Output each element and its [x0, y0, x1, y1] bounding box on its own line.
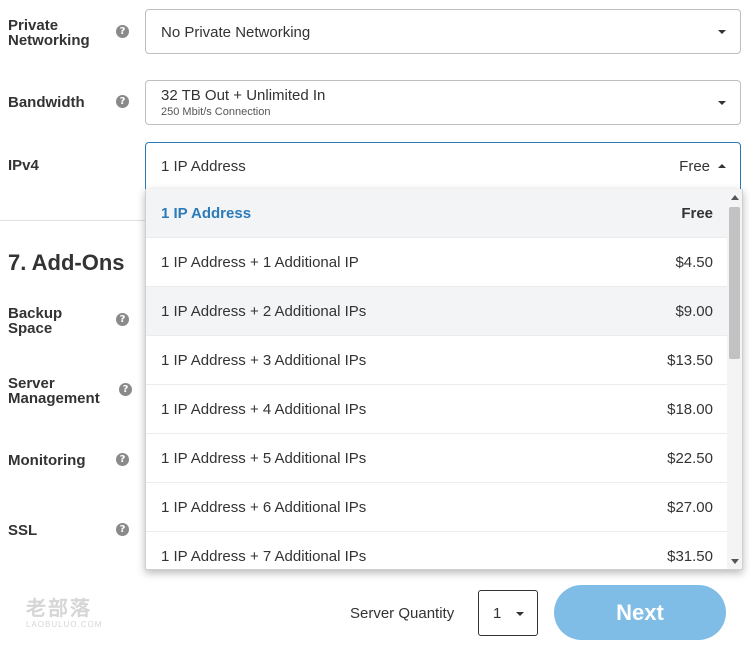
chevron-up-icon [718, 164, 726, 168]
ipv4-option[interactable]: 1 IP Address + 1 Additional IP $4.50 [146, 238, 728, 287]
chevron-down-icon [516, 612, 524, 616]
next-button[interactable]: Next [554, 585, 726, 640]
bandwidth-label: Bandwidth [8, 94, 85, 111]
ipv4-option[interactable]: 1 IP Address + 6 Additional IPs $27.00 [146, 483, 728, 532]
server-management-help-icon[interactable]: ? [119, 383, 132, 396]
watermark-logo: 老部落 LAOBULUO.COM [26, 598, 103, 629]
private-networking-label: Private Networking [8, 17, 90, 49]
ipv4-label: IPv4 [8, 157, 39, 174]
ipv4-select[interactable]: 1 IP Address Free [145, 142, 741, 190]
scroll-down-icon[interactable] [731, 559, 739, 564]
ipv4-option[interactable]: 1 IP Address Free [146, 189, 728, 238]
server-quantity-value: 1 [493, 605, 502, 622]
section-divider [0, 220, 145, 221]
ipv4-option[interactable]: 1 IP Address + 4 Additional IPs $18.00 [146, 385, 728, 434]
backup-space-help-icon[interactable]: ? [116, 313, 129, 326]
private-networking-help-icon[interactable]: ? [116, 25, 129, 38]
bandwidth-select[interactable]: 32 TB Out + Unlimited In 250 Mbit/s Conn… [145, 80, 741, 125]
ssl-label: SSL [8, 522, 38, 539]
ipv4-option[interactable]: 1 IP Address + 7 Additional IPs $31.50 [146, 532, 728, 569]
bandwidth-subvalue: 250 Mbit/s Connection [161, 106, 271, 118]
private-networking-value: No Private Networking [161, 24, 311, 41]
scrollbar-thumb[interactable] [729, 207, 740, 359]
ssl-help-icon[interactable]: ? [116, 523, 129, 536]
dropdown-scrollbar[interactable] [727, 189, 742, 569]
addons-title: 7. Add-Ons [8, 250, 125, 275]
server-quantity-select[interactable]: 1 [478, 590, 538, 636]
chevron-down-icon [718, 30, 726, 34]
backup-space-label: Backup Space [8, 305, 63, 337]
ipv4-option[interactable]: 1 IP Address + 2 Additional IPs $9.00 [146, 287, 728, 336]
ipv4-value: 1 IP Address [161, 158, 246, 175]
bandwidth-value: 32 TB Out + Unlimited In [161, 87, 326, 104]
ipv4-dropdown-list[interactable]: 1 IP Address Free 1 IP Address + 1 Addit… [145, 189, 743, 570]
bandwidth-help-icon[interactable]: ? [116, 95, 129, 108]
server-management-label: Server Management [8, 375, 100, 407]
chevron-down-icon [718, 101, 726, 105]
ipv4-price: Free [679, 158, 710, 175]
server-quantity-label: Server Quantity [350, 605, 455, 622]
ipv4-option[interactable]: 1 IP Address + 5 Additional IPs $22.50 [146, 434, 728, 483]
scroll-up-icon[interactable] [731, 195, 739, 200]
monitoring-label: Monitoring [8, 452, 86, 469]
monitoring-help-icon[interactable]: ? [116, 453, 129, 466]
ipv4-option[interactable]: 1 IP Address + 3 Additional IPs $13.50 [146, 336, 728, 385]
private-networking-select[interactable]: No Private Networking [145, 9, 741, 54]
